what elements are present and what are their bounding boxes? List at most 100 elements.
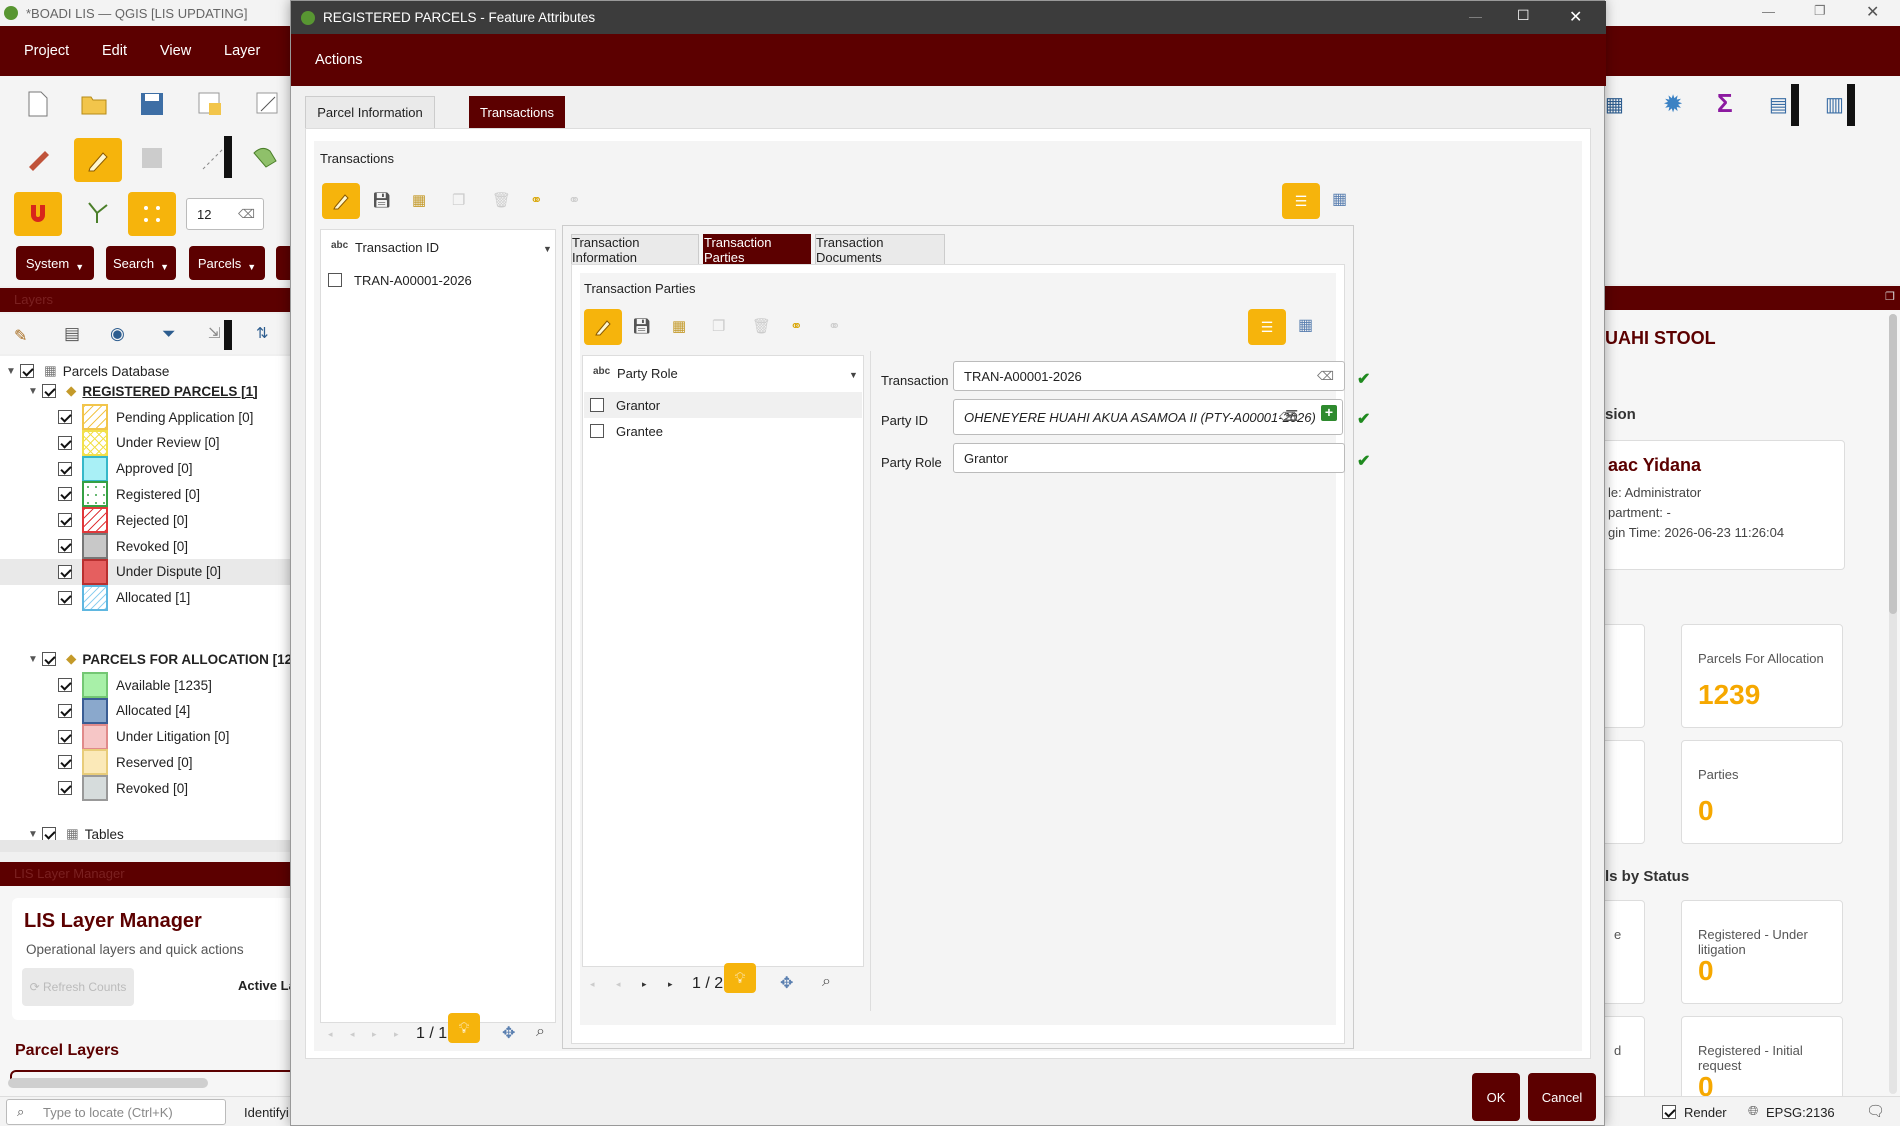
system-menu-button[interactable]: System ▼ (16, 246, 94, 280)
zoom-to-feature-icon[interactable]: ⌕ (536, 1023, 545, 1041)
tree-group-registered[interactable]: ▼ ◆ REGISTERED PARCELS [1] (28, 378, 258, 404)
highlight-feature-icon[interactable]: 💡︎ (448, 1013, 480, 1043)
layer-checkbox[interactable] (58, 564, 72, 579)
layer-checkbox[interactable] (58, 781, 72, 796)
layer-checkbox[interactable] (58, 590, 72, 605)
layer-checkbox[interactable] (58, 410, 72, 424)
dashboard-scrollbar[interactable] (1889, 314, 1897, 1094)
dialog-close-icon[interactable]: ✕ (1569, 7, 1582, 27)
highlight-feature-icon[interactable]: 💡︎ (724, 963, 756, 993)
menu-view[interactable]: View (160, 43, 191, 59)
expand-icon[interactable]: ⇲ (208, 324, 221, 342)
filter-icon[interactable]: ⏷ (162, 324, 176, 344)
crs-status[interactable]: EPSG:2136 (1766, 1105, 1835, 1120)
parcels-menu-button[interactable]: Parcels ▼ (189, 246, 265, 280)
parties-form-view-icon[interactable]: ☰ (1248, 309, 1286, 345)
collapse-icon[interactable]: ⇅ (256, 324, 269, 342)
layer-checkbox[interactable] (42, 827, 56, 840)
layer-item[interactable]: Under Litigation [0] (58, 723, 229, 750)
tab-transaction-information[interactable]: Transaction Information (571, 234, 699, 265)
layer-checkbox[interactable] (20, 364, 34, 378)
field-calculator-icon[interactable]: ▥ (1825, 92, 1844, 117)
snapping-magnet-icon[interactable] (14, 192, 62, 236)
toggle-edit-relation-icon[interactable] (322, 183, 360, 219)
layer-item[interactable]: Registered [0] (58, 481, 200, 508)
list-item[interactable]: Grantee (584, 418, 862, 444)
list-item[interactable]: Grantor (584, 392, 862, 418)
menu-layer[interactable]: Layer (224, 43, 260, 59)
snapping-tolerance-input[interactable]: 12 ⌫ (186, 198, 264, 230)
add-party-icon[interactable]: ▦ (672, 317, 686, 335)
next-record-icon[interactable]: ▸ (642, 979, 647, 990)
new-project-icon[interactable] (20, 86, 56, 122)
link-child-icon[interactable]: ⚭ (530, 191, 543, 209)
clear-icon[interactable]: ⌫ (1317, 369, 1334, 383)
statistics-icon[interactable]: ▦ (1605, 92, 1624, 117)
toggle-editing-icon[interactable] (74, 138, 122, 182)
lis-manager-scrollbar[interactable] (8, 1078, 208, 1088)
vertex-tool-icon[interactable] (80, 194, 116, 230)
render-checkbox[interactable] (1662, 1105, 1676, 1119)
tab-transaction-parties[interactable]: Transaction Parties (703, 234, 811, 265)
table-view-icon[interactable]: ▦ (1332, 189, 1347, 209)
layer-item[interactable]: Revoked [0] (58, 533, 188, 559)
layer-item[interactable]: Under Review [0] (58, 429, 220, 456)
list-item[interactable]: TRAN-A00001-2026 (322, 266, 554, 294)
layer-item[interactable]: Pending Application [0] (58, 404, 253, 430)
layer-checkbox[interactable] (58, 755, 72, 770)
settings-gear-icon[interactable]: ✹ (1663, 90, 1683, 119)
tab-transaction-documents[interactable]: Transaction Documents (815, 234, 945, 265)
add-child-icon[interactable]: ▦ (412, 191, 426, 209)
float-panel-icon[interactable]: ❐ (1885, 290, 1895, 303)
add-group-icon[interactable]: ▤ (64, 324, 80, 344)
pan-to-feature-icon[interactable]: ✥ (502, 1023, 515, 1043)
snapping-grid-icon[interactable] (128, 192, 176, 236)
layer-item[interactable]: Under Dispute [0] (0, 558, 290, 585)
dialog-minimize-icon[interactable]: — (1469, 9, 1482, 24)
layer-item[interactable]: Reserved [0] (58, 749, 193, 776)
tree-group-tables[interactable]: ▼ ▦ Tables (28, 824, 124, 840)
layer-checkbox[interactable] (58, 678, 72, 692)
layer-checkbox[interactable] (58, 487, 72, 502)
refresh-counts-button[interactable]: ⟳ Refresh Counts (22, 968, 134, 1006)
menu-project[interactable]: Project (24, 43, 69, 59)
last-record-icon[interactable]: ▸ (668, 979, 673, 990)
digitize-pencil-icon[interactable] (20, 140, 56, 176)
list-item-checkbox[interactable] (590, 424, 604, 438)
attribute-table-icon[interactable]: ▤ (1769, 92, 1788, 117)
layer-checkbox[interactable] (42, 384, 56, 398)
dialog-maximize-icon[interactable]: ☐ (1517, 7, 1530, 24)
transaction-id-field[interactable]: TRAN-A00001-2026 ⌫ (953, 361, 1345, 391)
save-child-icon[interactable]: 💾︎ (372, 191, 391, 209)
open-form-icon[interactable]: ☰ (1285, 407, 1298, 425)
toggle-edit-parties-icon[interactable] (584, 309, 622, 345)
layer-checkbox[interactable] (58, 539, 72, 553)
layer-checkbox[interactable] (42, 652, 56, 666)
actions-menu[interactable]: Actions (315, 52, 363, 68)
save-party-icon[interactable]: 💾︎ (632, 317, 651, 335)
layer-tree-scrollbar[interactable] (0, 840, 290, 852)
style-manager-icon[interactable]: ✎ (14, 326, 27, 346)
restore-icon[interactable]: ❐ (1814, 3, 1826, 19)
layer-item[interactable]: Allocated [4] (58, 697, 190, 724)
layer-checkbox[interactable] (58, 729, 72, 744)
list-sort-dropdown-icon[interactable]: ▼ (543, 244, 552, 254)
link-party-icon[interactable]: ⚭ (790, 317, 803, 335)
layer-item[interactable]: Available [1235] (58, 672, 212, 698)
layer-checkbox[interactable] (58, 513, 72, 528)
tree-group-allocation[interactable]: ▼ ◆ PARCELS FOR ALLOCATION [12 (28, 646, 290, 672)
add-entry-icon[interactable]: + (1321, 405, 1337, 421)
layer-item[interactable]: Revoked [0] (58, 775, 188, 802)
list-item-checkbox[interactable] (328, 273, 342, 287)
layer-checkbox[interactable] (58, 703, 72, 718)
party-role-field[interactable]: Grantor (953, 443, 1345, 473)
open-project-icon[interactable] (76, 86, 112, 122)
list-sort-dropdown-icon[interactable]: ▼ (849, 370, 858, 380)
cancel-button[interactable]: Cancel (1528, 1073, 1596, 1121)
layer-checkbox[interactable] (58, 461, 72, 476)
list-item-checkbox[interactable] (590, 398, 604, 412)
parties-table-view-icon[interactable]: ▦ (1298, 315, 1313, 335)
visibility-eye-icon[interactable]: ◉ (110, 324, 125, 344)
messages-icon[interactable]: 🗨︎ (1866, 1102, 1885, 1120)
tab-transactions[interactable]: Transactions (469, 96, 565, 128)
